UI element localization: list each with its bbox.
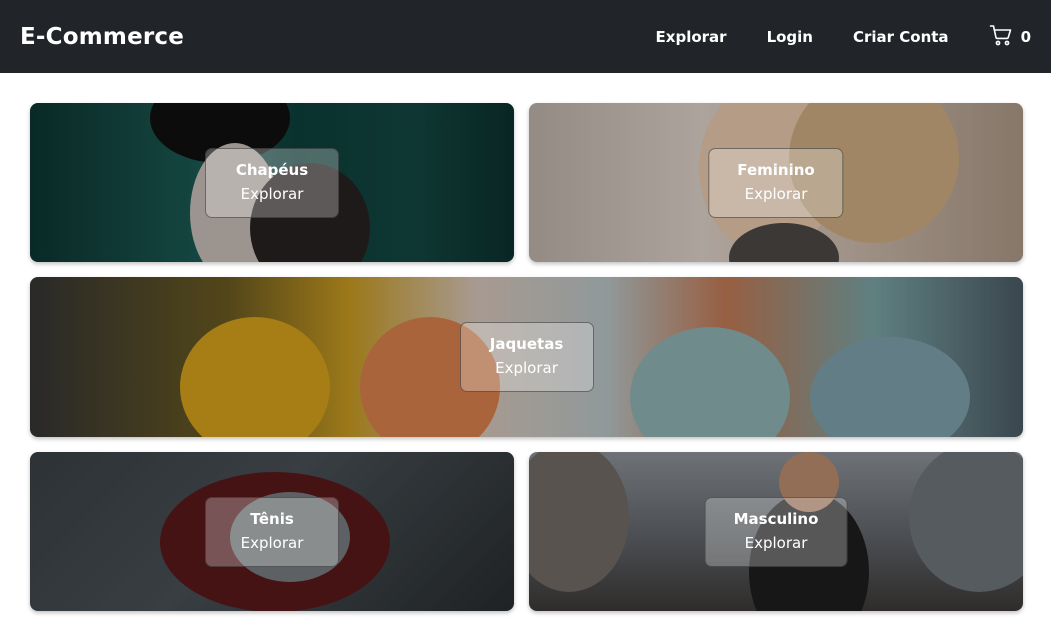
shopping-cart-icon bbox=[989, 23, 1013, 51]
category-card-men[interactable]: Masculino Explorar bbox=[529, 452, 1023, 611]
category-title: Jaquetas bbox=[489, 335, 564, 353]
explore-link: Explorar bbox=[495, 359, 558, 377]
category-label-hats[interactable]: Chapéus Explorar bbox=[205, 147, 339, 218]
explore-link: Explorar bbox=[240, 533, 304, 552]
category-label-men[interactable]: Masculino Explorar bbox=[704, 496, 848, 567]
category-label-sneakers[interactable]: Tênis Explorar bbox=[205, 496, 339, 567]
main-nav: Explorar Login Criar Conta 0 bbox=[656, 0, 1031, 73]
category-label-jackets[interactable]: Jaquetas Explorar bbox=[459, 322, 594, 392]
nav-signup-link[interactable]: Criar Conta bbox=[853, 28, 949, 46]
explore-link: Explorar bbox=[240, 184, 304, 203]
cart-count-badge: 0 bbox=[1020, 27, 1031, 46]
category-card-hats[interactable]: Chapéus Explorar bbox=[30, 103, 514, 262]
category-card-sneakers[interactable]: Tênis Explorar bbox=[30, 452, 514, 611]
category-title: Chapéus bbox=[235, 160, 309, 179]
category-label-women[interactable]: Feminino Explorar bbox=[708, 147, 844, 218]
nav-login-link[interactable]: Login bbox=[767, 28, 813, 46]
explore-link: Explorar bbox=[744, 533, 808, 552]
category-card-women[interactable]: Feminino Explorar bbox=[529, 103, 1023, 262]
category-title: Feminino bbox=[737, 160, 815, 179]
explore-link: Explorar bbox=[744, 184, 808, 203]
top-navbar: E-Commerce Explorar Login Criar Conta 0 bbox=[0, 0, 1051, 73]
category-title: Masculino bbox=[733, 509, 819, 528]
brand-logo[interactable]: E-Commerce bbox=[20, 24, 184, 50]
nav-explore-link[interactable]: Explorar bbox=[656, 28, 727, 46]
category-card-jackets[interactable]: Jaquetas Explorar bbox=[30, 277, 1023, 437]
cart-button[interactable]: 0 bbox=[989, 23, 1031, 51]
category-title: Tênis bbox=[250, 509, 294, 528]
